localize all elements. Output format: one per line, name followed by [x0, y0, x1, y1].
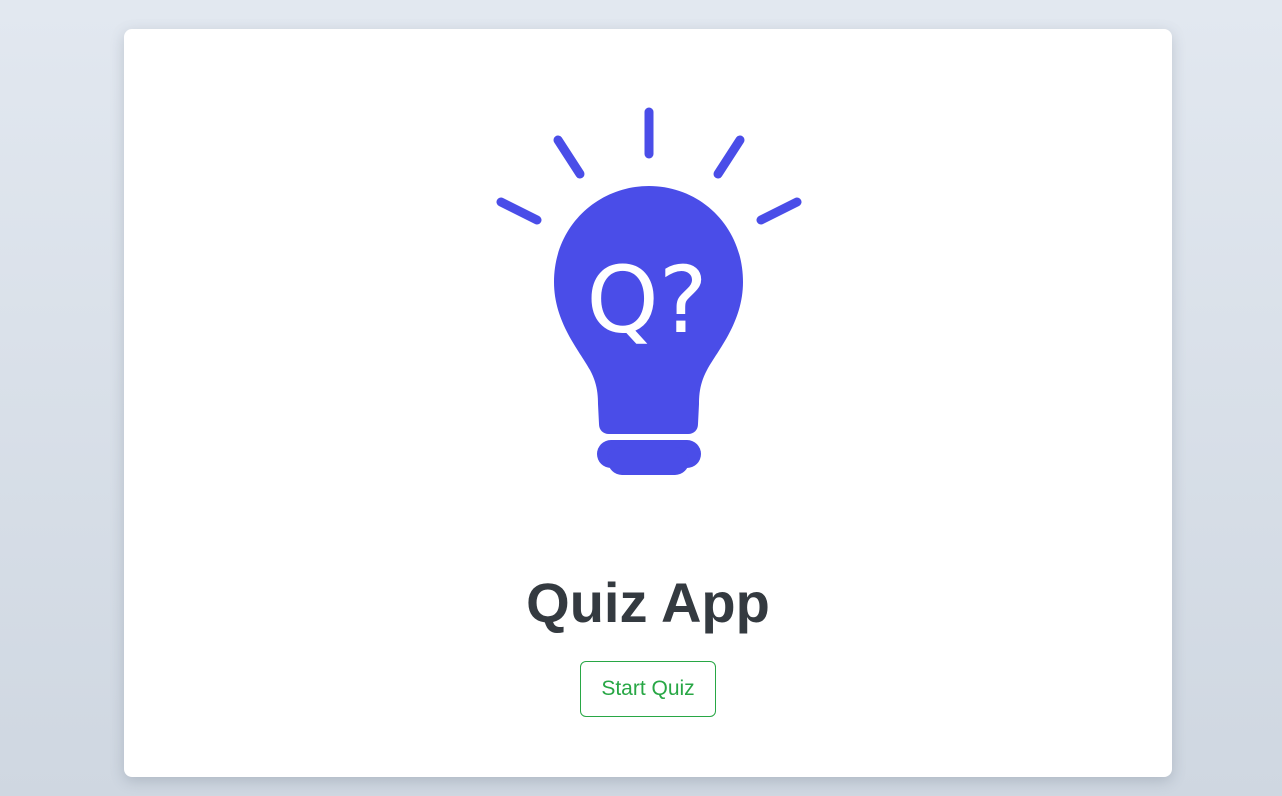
page-title: Quiz App: [526, 571, 770, 634]
ray-right: [756, 197, 802, 225]
lightbulb-question-icon: Q?: [494, 104, 804, 479]
lightbulb-svg: Q?: [496, 107, 802, 475]
ray-left: [496, 197, 542, 225]
start-quiz-button[interactable]: Start Quiz: [580, 661, 716, 717]
bulb-question-text: Q?: [586, 247, 707, 354]
ray-upper-left: [553, 135, 585, 179]
bulb-base-lower: [608, 447, 689, 475]
home-card: Q? Quiz App Start Quiz: [124, 29, 1172, 777]
ray-upper-right: [713, 135, 745, 179]
